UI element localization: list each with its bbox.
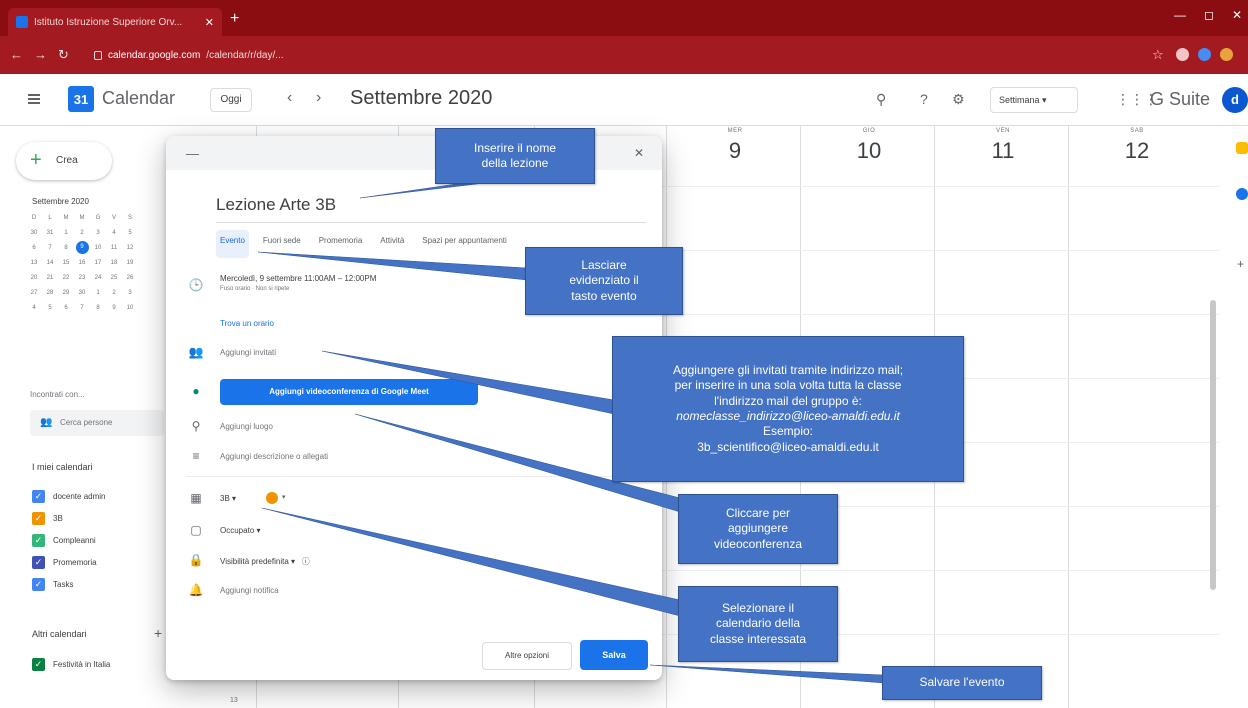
callout-calendar: Selezionare il calendario della classe i… bbox=[678, 586, 838, 662]
callout-event-tab-line: tasto evento bbox=[571, 288, 637, 303]
callout-meet-line: Cliccare per bbox=[725, 505, 791, 520]
callout-save-line: Salvare l'evento bbox=[919, 675, 1005, 690]
callout-meet-line: videoconferenza bbox=[713, 536, 803, 551]
callout-guests-line: per inserire in una sola volta tutta la … bbox=[674, 378, 902, 393]
callout-title-line: della lezione bbox=[481, 156, 549, 170]
callout-calendar-line: classe interessata bbox=[709, 631, 807, 646]
callout-pointer-event-tab bbox=[257, 251, 528, 281]
callout-guests-line: l'indirizzo mail del gruppo è: bbox=[714, 393, 862, 408]
callout-guests-line: 3b_scientifico@liceo-amaldi.edu.it bbox=[697, 439, 879, 454]
callout-meet: Cliccare per aggiungere videoconferenza bbox=[678, 494, 838, 564]
callout-pointer-title bbox=[359, 181, 494, 199]
callout-guests: Aggiungere gli invitati tramite indirizz… bbox=[612, 336, 964, 482]
callout-title-line: Inserire il nome bbox=[473, 140, 557, 155]
callout-guests-line: Esempio: bbox=[762, 424, 814, 439]
callout-pointer-calendar bbox=[261, 507, 681, 617]
callout-calendar-line: Selezionare il bbox=[721, 600, 795, 615]
callout-pointer-guests bbox=[321, 350, 615, 415]
callout-event-tab-line: Lasciare bbox=[581, 257, 627, 272]
callout-event-tab: Lasciare evidenziato il tasto evento bbox=[525, 247, 683, 315]
callout-pointer-save bbox=[649, 664, 885, 684]
callout-title: Inserire il nome della lezione bbox=[435, 128, 595, 184]
callout-guests-line: Aggiungere gli invitati tramite indirizz… bbox=[672, 362, 904, 377]
callout-guests-line: nomeclasse_indirizzo@liceo-amaldi.edu.it bbox=[676, 409, 900, 423]
callout-save: Salvare l'evento bbox=[882, 666, 1042, 700]
screen: Istituto Istruzione Superiore Orv... ✕ +… bbox=[0, 0, 1248, 708]
callout-meet-line: aggiungere bbox=[727, 521, 789, 536]
callout-event-tab-line: evidenziato il bbox=[569, 273, 639, 288]
callout-calendar-line: calendario della bbox=[715, 616, 801, 631]
